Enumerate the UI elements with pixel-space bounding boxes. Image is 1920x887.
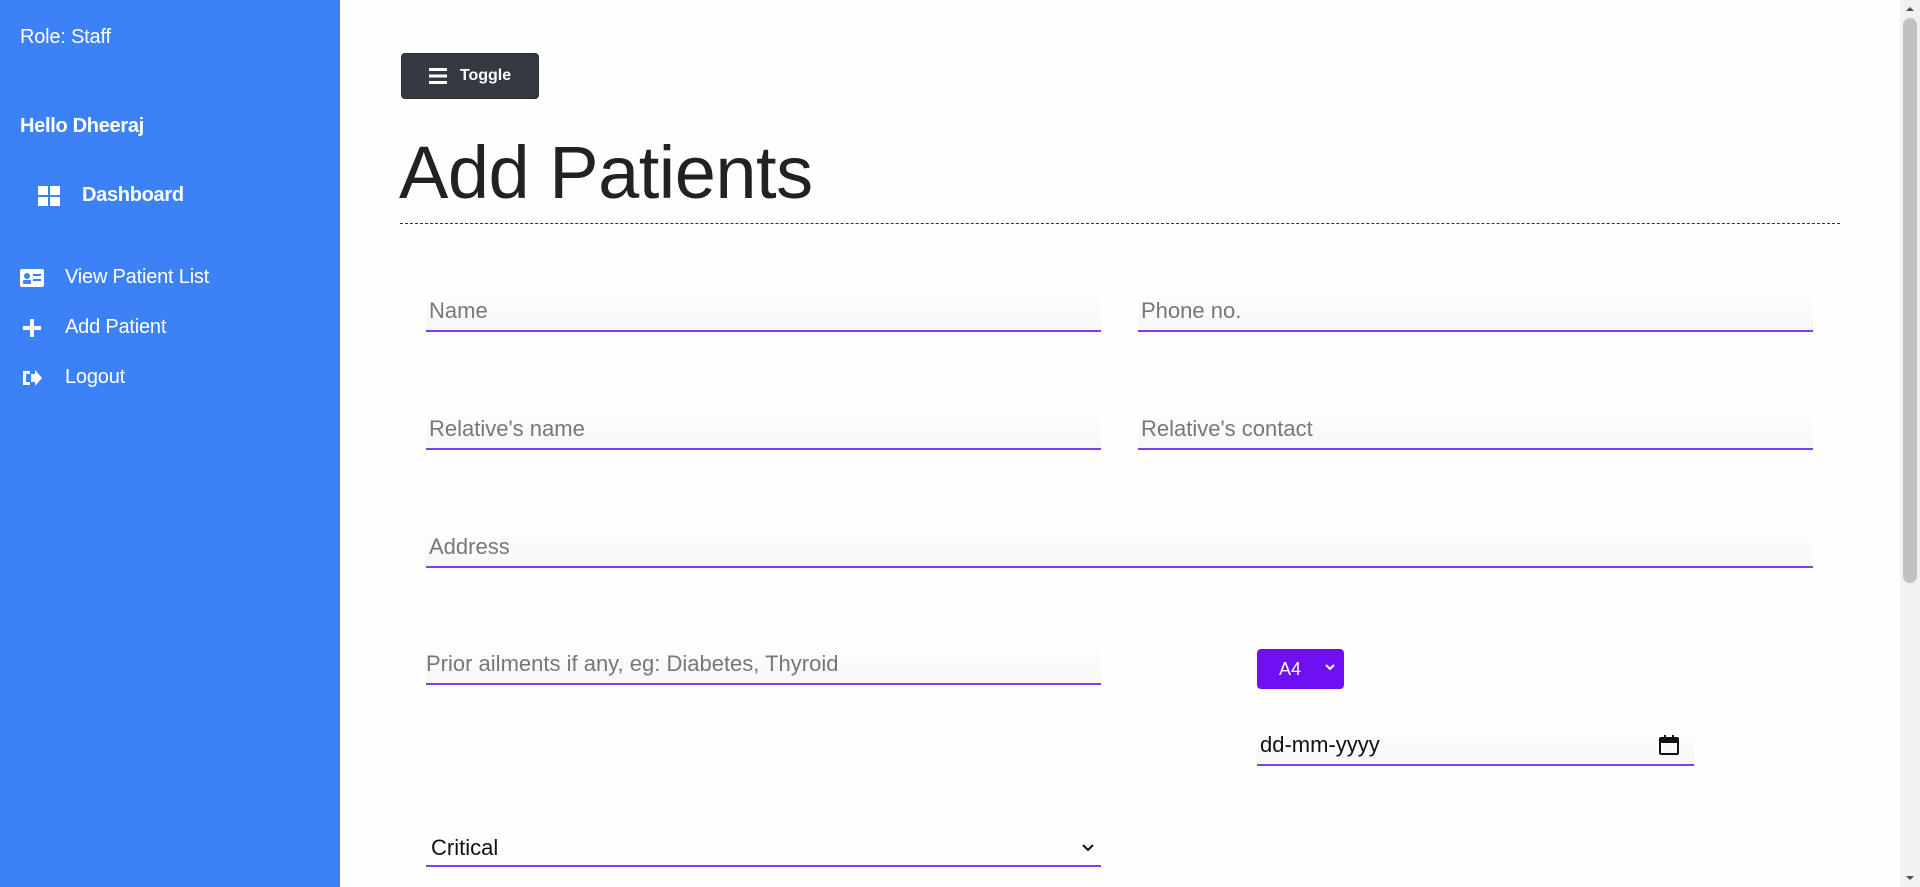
sidebar-item-add-patient[interactable]: Add Patient [20,316,166,339]
phone-field[interactable] [1138,292,1813,332]
condition-select-value: Critical [431,834,499,860]
scrollbar-thumb[interactable] [1903,18,1917,583]
main-content: Toggle Add Patients A4 dd-mm-yyyy Critic… [340,0,1900,887]
sidebar: Role: Staff Hello Dheeraj Dashboard View… [0,0,340,887]
sidebar-item-label: Dashboard [82,184,184,206]
dashboard-grid-icon [38,185,60,206]
date-field[interactable]: dd-mm-yyyy [1257,726,1694,766]
sidebar-item-label: Add Patient [65,316,167,338]
toggle-button[interactable]: Toggle [401,53,539,99]
date-field-value: dd-mm-yyyy [1260,732,1380,757]
sidebar-item-view-patient-list[interactable]: View Patient List [20,266,209,289]
prior-ailments-field[interactable] [426,645,1101,685]
logout-icon [20,368,44,388]
address-field[interactable] [426,528,1813,568]
id-card-icon [20,268,44,288]
hamburger-menu-icon [428,68,447,84]
ward-select-value: A4 [1279,658,1302,679]
sidebar-item-label: Logout [65,366,125,388]
role-label: Role: Staff [20,26,111,48]
relative-name-field[interactable] [426,410,1101,450]
chevron-down-icon [1082,844,1094,852]
sidebar-item-label: View Patient List [65,266,210,288]
ward-select[interactable]: A4 [1257,649,1344,689]
scroll-down-icon[interactable] [1905,873,1915,883]
title-divider [400,223,1840,224]
sidebar-item-logout[interactable]: Logout [20,366,125,389]
calendar-icon[interactable] [1658,734,1680,756]
condition-select[interactable]: Critical [426,830,1101,867]
plus-icon [20,318,44,338]
chevron-down-icon [1325,664,1335,671]
sidebar-item-dashboard[interactable]: Dashboard [38,184,184,207]
page-title: Add Patients [399,131,813,214]
scroll-up-icon[interactable] [1905,4,1915,14]
page-scrollbar[interactable] [1900,0,1920,887]
greeting: Hello Dheeraj [20,115,144,137]
name-field[interactable] [426,292,1101,332]
relative-contact-field[interactable] [1138,410,1813,450]
toggle-label: Toggle [459,67,512,84]
